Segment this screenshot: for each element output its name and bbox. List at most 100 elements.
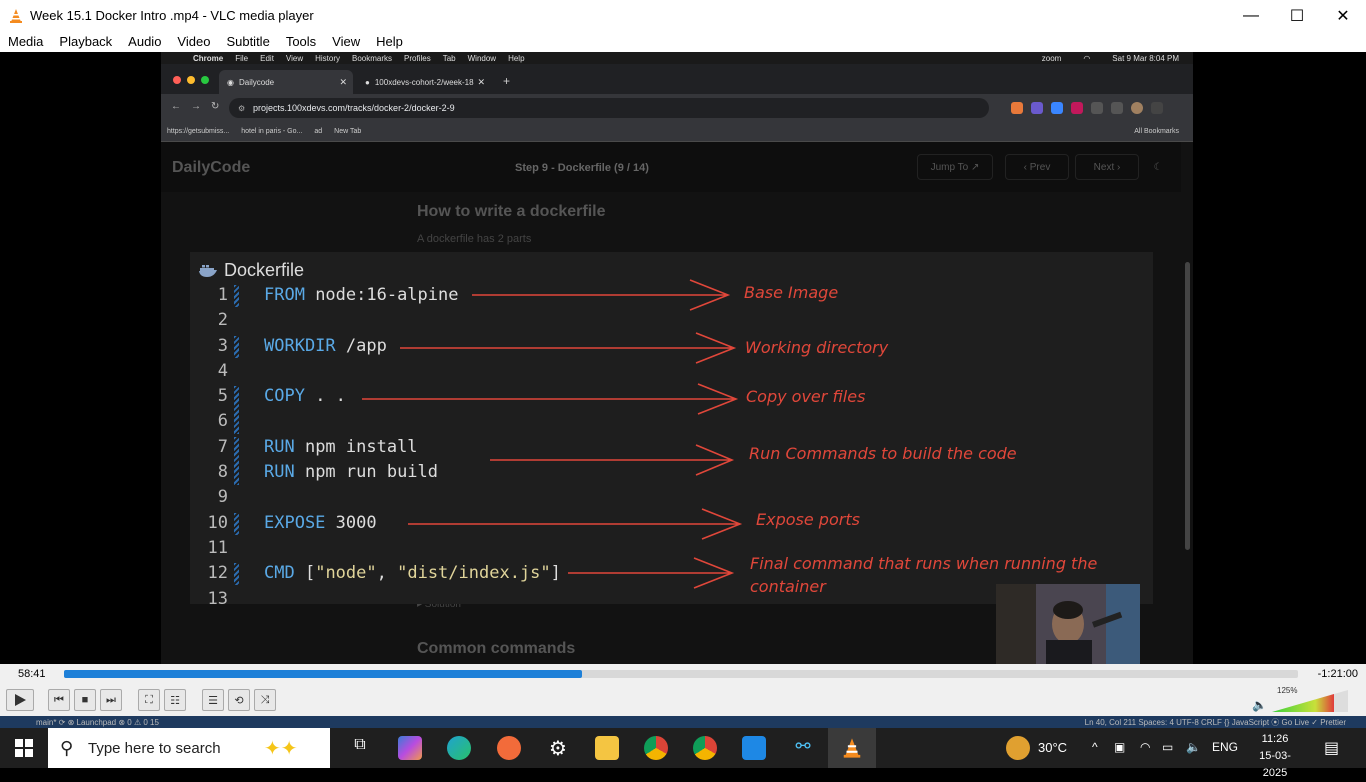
extension-icon[interactable]: [1051, 102, 1063, 114]
menu-subtitle[interactable]: Subtitle: [218, 34, 277, 49]
shuffle-button[interactable]: ⤨: [254, 689, 276, 711]
video-frame[interactable]: Chrome File Edit View History Bookmarks …: [0, 52, 1366, 664]
new-tab-icon[interactable]: +: [503, 74, 510, 88]
site-info-icon[interactable]: ⚙: [238, 104, 245, 113]
url-input[interactable]: ⚙ projects.100xdevs.com/tracks/docker-2/…: [229, 98, 989, 118]
all-bookmarks[interactable]: All Bookmarks: [1128, 128, 1185, 135]
window-title-bar: Week 15.1 Docker Intro .mp4 - VLC media …: [0, 0, 1366, 31]
next-button[interactable]: ⏭: [100, 689, 122, 711]
bookmark-item[interactable]: ad: [308, 128, 328, 135]
menu-view[interactable]: View: [324, 34, 368, 49]
language-indicator[interactable]: ENG: [1212, 740, 1238, 754]
playlist-icon: ☰: [208, 694, 218, 707]
prev-button[interactable]: ‹ Prev: [1005, 154, 1069, 180]
mac-menu-item: Profiles: [404, 53, 431, 63]
start-button[interactable]: [0, 728, 48, 768]
vlc-icon: [843, 738, 861, 758]
seek-bar-progress: [64, 670, 583, 678]
jump-to-button[interactable]: Jump To ↗: [917, 154, 993, 180]
task-view-icon[interactable]: ⧉: [348, 736, 372, 760]
taskbar: ⚲ Type here to search ✦✦ ⧉ ⚙ ⚯ 30°C ^ ▣ …: [0, 728, 1366, 779]
github-icon: ●: [365, 77, 370, 87]
page-scrollbar[interactable]: [1185, 262, 1190, 550]
browser-window: ◉ Dailycode ✕ ● 100xdevs-cohort-2/week-1…: [161, 64, 1193, 664]
play-button[interactable]: [6, 689, 34, 711]
bookmark-item[interactable]: https://getsubmiss...: [161, 128, 235, 135]
playback-controls: ⏮ ■ ⏭ ⛶ ☷ ☰ ⟲ ⤨ 🔈 125%: [0, 684, 1366, 716]
close-button[interactable]: ✕: [1320, 0, 1366, 31]
theme-toggle-icon[interactable]: ☾: [1147, 154, 1169, 180]
previous-button[interactable]: ⏮: [48, 689, 70, 711]
remaining-time[interactable]: -1:21:00: [1318, 668, 1358, 680]
extension-icon[interactable]: [1031, 102, 1043, 114]
volume-slider[interactable]: [1272, 690, 1348, 712]
stop-button[interactable]: ■: [74, 689, 96, 711]
chrome-profile-icon[interactable]: [693, 736, 717, 760]
address-bar-row: ← → ↻ ⚙ projects.100xdevs.com/tracks/doc…: [161, 94, 1193, 122]
browser-tab-github[interactable]: ● 100xdevs-cohort-2/week-18 ✕: [357, 70, 491, 94]
equalizer-icon: ☷: [170, 694, 180, 707]
copilot-icon[interactable]: [398, 736, 422, 760]
postman-icon[interactable]: [497, 736, 521, 760]
previous-icon: ⏮: [54, 693, 64, 706]
page-header: DailyCode Step 9 - Dockerfile (9 / 14) J…: [161, 142, 1181, 192]
fullscreen-button[interactable]: ⛶: [138, 689, 160, 711]
more-menu-icon[interactable]: [1151, 102, 1163, 114]
site-logo[interactable]: DailyCode: [172, 159, 250, 177]
edge-icon[interactable]: [447, 736, 471, 760]
extension-icon[interactable]: [1011, 102, 1023, 114]
reload-icon[interactable]: ↻: [211, 101, 219, 112]
wifi-icon[interactable]: ◠: [1140, 740, 1150, 754]
next-button[interactable]: Next ›: [1075, 154, 1139, 180]
speaker-icon[interactable]: 🔈: [1252, 698, 1267, 712]
extension-icons: [1011, 102, 1163, 114]
notification-icon[interactable]: ▤: [1324, 738, 1339, 758]
browser-tab-dailycode[interactable]: ◉ Dailycode ✕: [219, 70, 353, 94]
menu-media[interactable]: Media: [0, 34, 51, 49]
annotation-label: Run Commands to build the code: [749, 444, 1017, 463]
extensions-puzzle-icon[interactable]: [1091, 102, 1103, 114]
weather-icon[interactable]: [1006, 736, 1030, 760]
menu-video[interactable]: Video: [169, 34, 218, 49]
weather-temp[interactable]: 30°C: [1038, 740, 1067, 755]
bookmark-item[interactable]: hotel in paris - Go...: [235, 128, 308, 135]
battery-icon[interactable]: ▭: [1162, 740, 1173, 754]
mac-menu-item: File: [235, 53, 249, 63]
volume-icon[interactable]: 🔈: [1186, 740, 1201, 754]
dockerfile-card: Dockerfile 1 2 3 4 5 6 7 8 9 10 11 12 13: [190, 252, 1153, 604]
playlist-button[interactable]: ☰: [202, 689, 224, 711]
file-explorer-icon[interactable]: [595, 736, 619, 760]
menu-tools[interactable]: Tools: [278, 34, 324, 49]
network-tool-icon[interactable]: ⚯: [791, 736, 815, 760]
wifi-icon: ◠: [1083, 53, 1091, 63]
vlc-taskbar-button[interactable]: [828, 728, 876, 768]
bookmark-item[interactable]: New Tab: [328, 128, 367, 135]
menu-playback[interactable]: Playback: [51, 34, 120, 49]
minimize-button[interactable]: —: [1228, 0, 1274, 31]
arrow-icon: [408, 508, 743, 540]
maximize-button[interactable]: ☐: [1274, 0, 1320, 31]
back-icon[interactable]: ←: [171, 101, 181, 112]
loop-button[interactable]: ⟲: [228, 689, 250, 711]
seek-bar[interactable]: [64, 670, 1298, 678]
close-tab-icon[interactable]: ✕: [339, 77, 347, 88]
tray-app-icon[interactable]: ▣: [1114, 740, 1125, 754]
chrome-icon[interactable]: [644, 736, 668, 760]
taskbar-search[interactable]: ⚲ Type here to search ✦✦: [48, 728, 330, 768]
extended-settings-button[interactable]: ☷: [164, 689, 186, 711]
menu-help[interactable]: Help: [368, 34, 411, 49]
forward-icon[interactable]: →: [191, 101, 201, 112]
profile-avatar[interactable]: [1131, 102, 1143, 114]
webcam-overlay: [996, 584, 1140, 664]
system-clock[interactable]: 11:26 15-03-2025: [1248, 731, 1302, 782]
mac-menu-item: Edit: [260, 53, 274, 63]
arrow-icon: [490, 444, 735, 476]
sidepanel-icon[interactable]: [1111, 102, 1123, 114]
vscode-icon[interactable]: [742, 736, 766, 760]
menu-audio[interactable]: Audio: [120, 34, 169, 49]
close-tab-icon[interactable]: ✕: [477, 77, 485, 88]
tray-overflow-icon[interactable]: ^: [1092, 740, 1098, 754]
extension-icon[interactable]: [1071, 102, 1083, 114]
settings-gear-icon[interactable]: ⚙: [546, 736, 570, 760]
annotation-label: Final command that runs when running the: [750, 554, 1098, 573]
